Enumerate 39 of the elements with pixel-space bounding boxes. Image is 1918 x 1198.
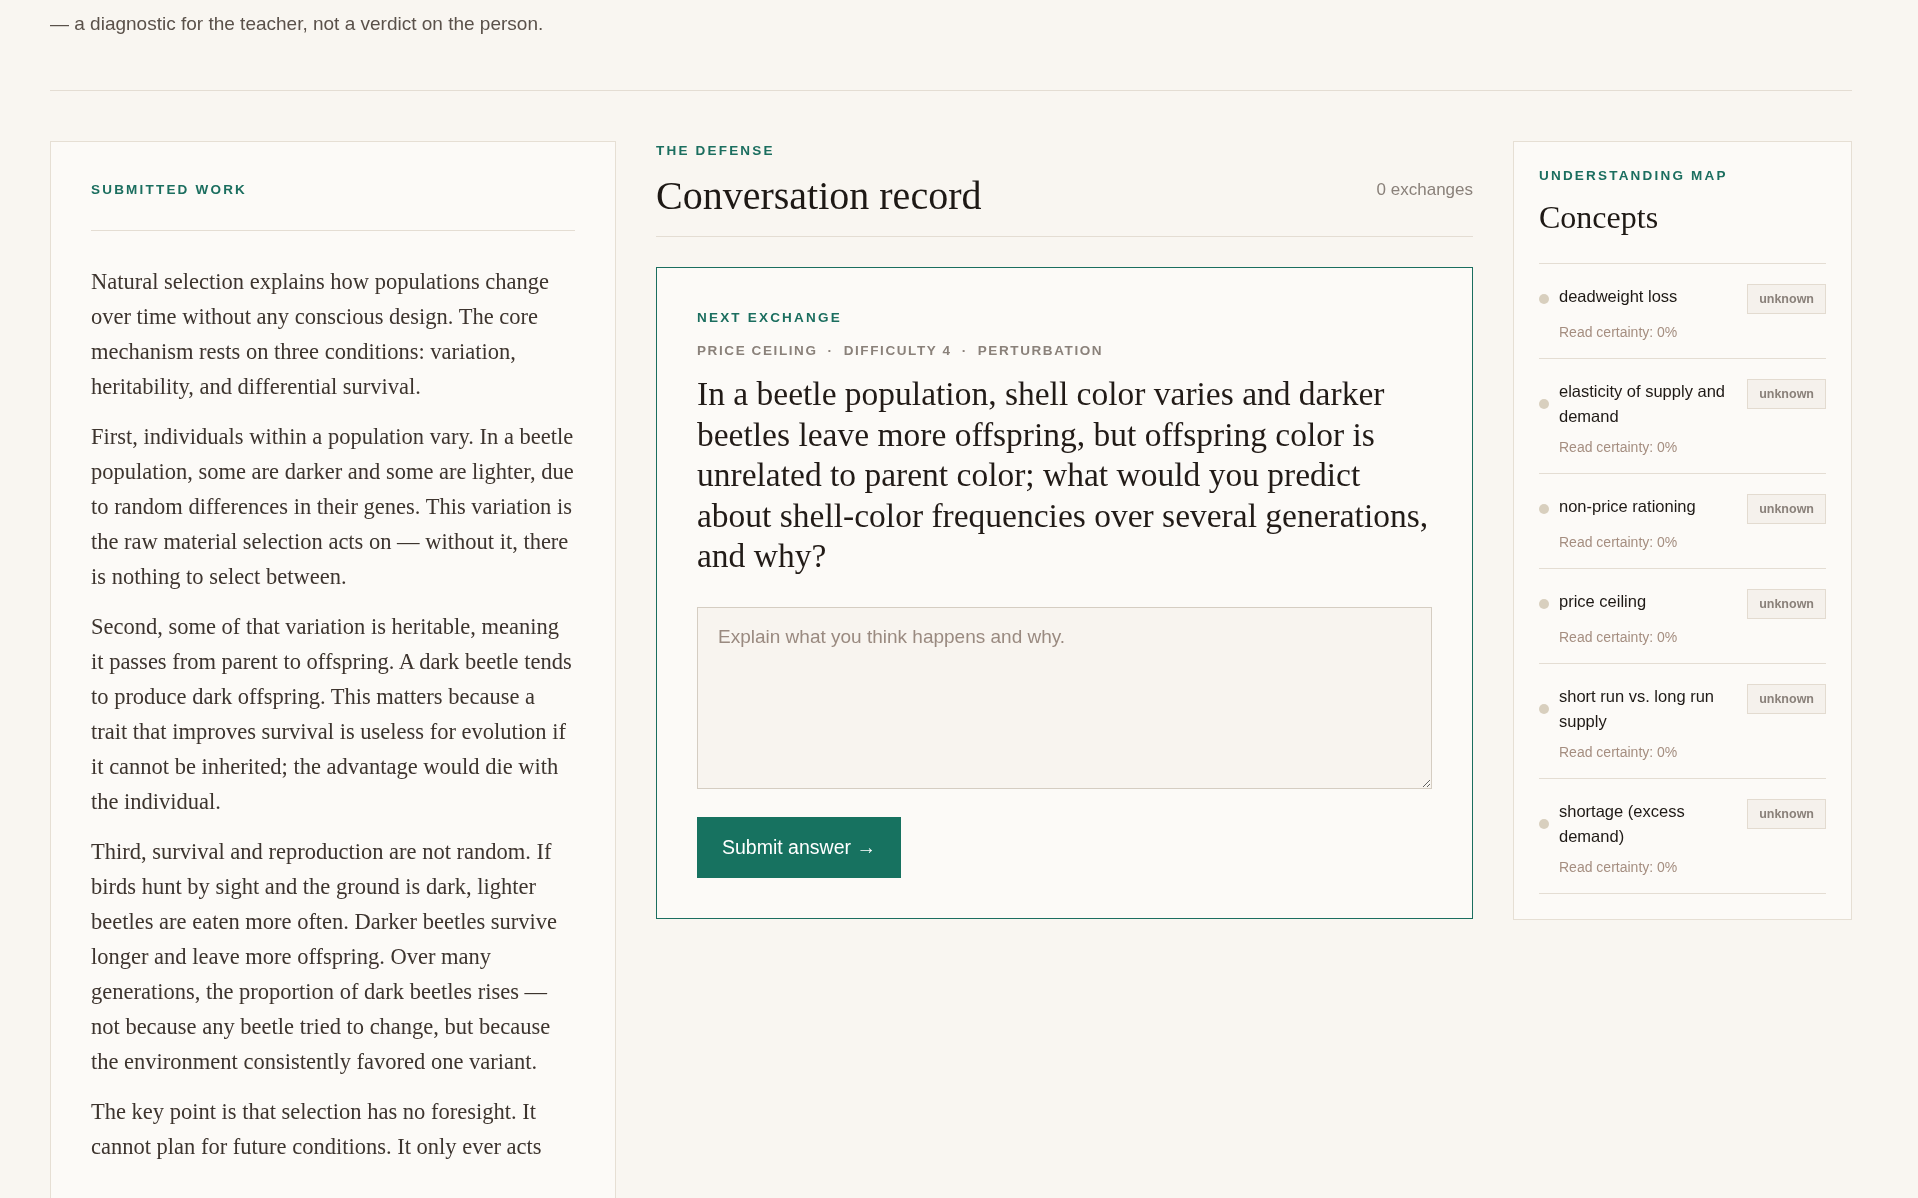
certainty-text: Read certainty: 0% [1559, 744, 1679, 760]
essay-paragraph: Natural selection explains how populations change over time without any conscious design. The core mechanism rests on three conditions: variation, heritability, and differential survival. [91, 268, 550, 401]
concept-name: short run vs. long run supply [1559, 686, 1715, 732]
status-badge: unknown [1747, 379, 1826, 409]
concept-name: price ceiling [1559, 591, 1648, 612]
status-badge: unknown [1747, 284, 1826, 314]
intro-text: — a diagnostic for the teacher, not a verdict on the person. [50, 12, 545, 36]
status-badge: unknown [1747, 684, 1826, 714]
section-title: Conversation record [656, 172, 982, 220]
certainty-text: Read certainty: 0% [1559, 629, 1679, 645]
concept-name: shortage (excess demand) [1559, 801, 1686, 847]
meta-tag: DIFFICULTY 4 [843, 343, 952, 358]
concept-name: non-price rationing [1559, 496, 1697, 517]
essay-paragraph: The key point is that selection has no foresight. It cannot plan for future conditions. It only ever acts [91, 1098, 543, 1161]
separator-dot: · [827, 343, 834, 358]
section-label: NEXT EXCHANGE [697, 310, 843, 325]
exchange-count: 0 exchanges [1376, 180, 1473, 201]
question-text: In a beetle population, shell color varies and darker beetles leave more offspring, but offspring color is unrelated to parent color; what would you predict about shell-color frequencies over several generations, and why? [697, 374, 1430, 576]
concept-name: deadweight loss [1559, 286, 1679, 307]
answer-field[interactable]: Explain what you think happens and why. [697, 606, 1432, 789]
submit-button[interactable]: Submit answer → [697, 816, 901, 878]
status-badge: unknown [1747, 799, 1826, 829]
essay-paragraph: First, individuals within a population vary. In a beetle population, some are darker and some are lighter, due to random differences in their genes. This variation is the raw material selection acts on — without it, there is nothing to select between. [91, 423, 575, 591]
essay-paragraph: Third, survival and reproduction are not random. If birds hunt by sight and the ground is dark, lighter beetles are eaten more often. Darker beetles survive longer and leave more offspring. Over many generations, the proportion of dark beetles rises — not because any beetle tried to change, but because the environment consistently favored one variant. [91, 838, 559, 1076]
status-badge: unknown [1747, 589, 1826, 619]
section-label: SUBMITTED WORK [91, 182, 575, 231]
section-label: UNDERSTANDING MAP [1539, 168, 1729, 183]
certainty-text: Read certainty: 0% [1559, 859, 1679, 875]
section-title: Concepts [1539, 198, 1660, 237]
section-label: THE DEFENSE [656, 143, 776, 158]
certainty-text: Read certainty: 0% [1559, 439, 1679, 455]
status-badge: unknown [1747, 494, 1826, 524]
certainty-text: Read certainty: 0% [1559, 534, 1679, 550]
meta-tag: PERTURBATION [977, 343, 1104, 358]
concept-name: elasticity of supply and demand [1559, 381, 1726, 427]
essay-paragraph: Second, some of that variation is heritable, meaning it passes from parent to offspring. A dark beetle tends to produce dark offspring. This matters because a trait that improves survival is useless for evolution if it cannot be inherited; the advantage would die with the individual. [91, 613, 573, 816]
meta-tag: PRICE CEILING [697, 343, 818, 358]
certainty-text: Read certainty: 0% [1559, 324, 1679, 340]
separator-dot: · [961, 343, 968, 358]
